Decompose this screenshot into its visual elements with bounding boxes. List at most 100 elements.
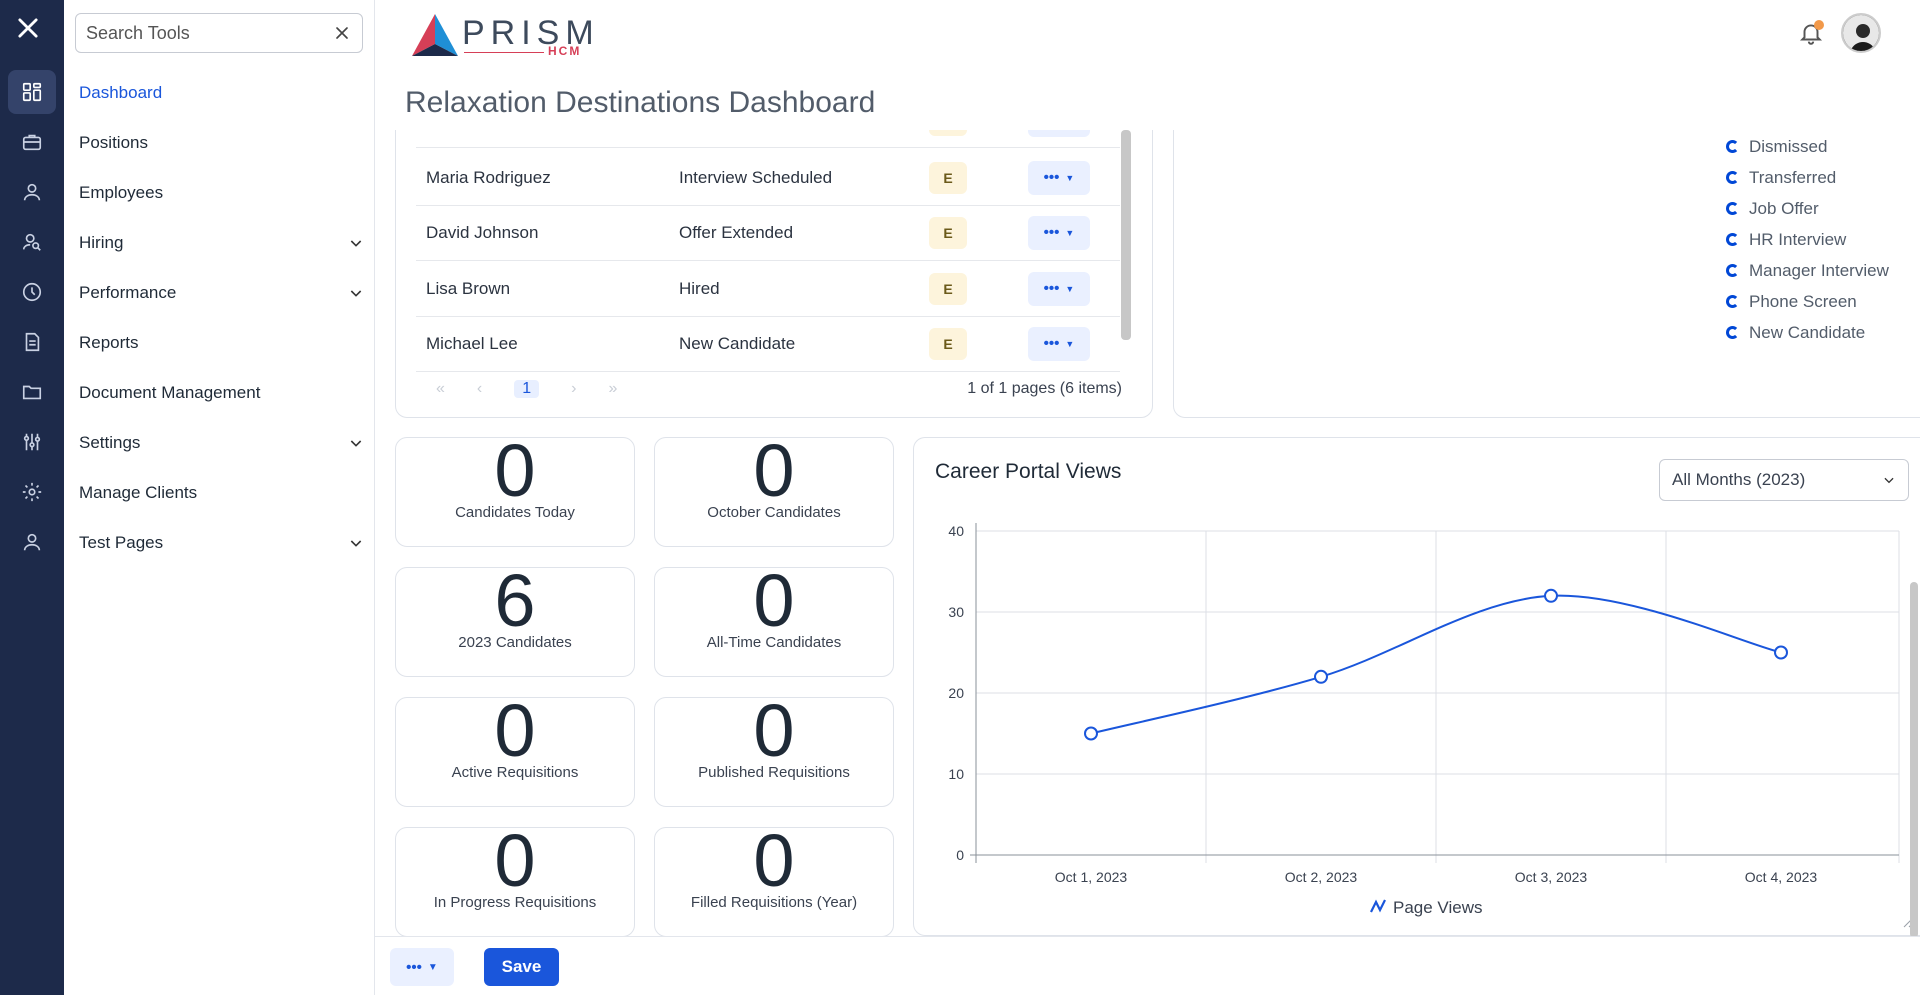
table-row[interactable]: John SmithIn ReviewE•••▼ [416,130,1120,148]
legend-marker-icon [1726,295,1739,308]
performance-icon[interactable] [8,270,56,314]
pager-current[interactable]: 1 [514,380,540,398]
chevron-down-icon[interactable] [348,235,364,251]
pie-label-manager: Manager Interview [1499,381,1621,397]
legend-label: Dismissed [1749,136,1828,156]
series-legend-label: Page Views [1393,898,1482,917]
chevron-down-icon[interactable] [348,435,364,451]
pie-slice-new-candidate[interactable] [1298,130,1427,215]
sidebar-item-7[interactable]: Settings [79,423,364,463]
stat-card: 0 Candidates Today [395,434,635,547]
row-actions-button[interactable]: •••▼ [1028,215,1090,250]
candidate-status: Offer Extended [679,222,794,242]
sidebar-item-0[interactable]: Dashboard [79,73,364,113]
sidebar-item-9[interactable]: Test Pages [79,523,364,563]
legend-item[interactable]: New Candidate [1726,317,1889,348]
user-search-icon[interactable] [8,220,56,264]
clear-search-icon[interactable] [332,23,352,43]
close-icon[interactable] [14,14,42,42]
stat-label: Candidates Today [455,504,575,521]
search-input[interactable] [86,22,316,44]
table-row[interactable]: Michael Lee New Candidate E ••• ▼ [416,316,1120,372]
table-row[interactable]: David Johnson Offer Extended E ••• ▼ [416,205,1120,261]
candidate-badge: E [929,327,967,360]
page-scrollbar[interactable] [1910,582,1918,938]
pager-first[interactable]: « [436,380,445,398]
legend-label: Transferred [1749,167,1837,187]
candidate-status: New Candidate [679,333,796,353]
folder-icon[interactable] [8,370,56,414]
data-point[interactable] [1774,645,1788,660]
legend-item[interactable]: Transferred [1726,162,1889,193]
x-tick-label: Oct 4, 2023 [1745,869,1818,885]
table-scrollbar[interactable] [1121,130,1131,340]
report-icon[interactable] [8,320,56,364]
save-button[interactable]: Save [484,948,559,986]
notifications-bell[interactable] [1798,20,1824,46]
data-point[interactable] [1314,669,1328,684]
avatar[interactable] [1841,13,1881,53]
sidebar-item-6[interactable]: Document Management [79,373,364,413]
stat-card: 0 All-Time Candidates [654,564,894,677]
y-tick-label: 20 [948,685,964,701]
sidebar-item-3[interactable]: Hiring [79,223,364,263]
sidebar-item-label: Reports [79,333,139,352]
table-row[interactable]: Maria Rodriguez Interview Scheduled E ••• ▼ [416,150,1120,206]
table-pager: « ‹ 1 › » [436,380,617,398]
chevron-down-icon[interactable] [348,535,364,551]
data-point[interactable] [1544,588,1558,603]
sidebar-item-2[interactable]: Employees [79,173,364,213]
sidebar-item-4[interactable]: Performance [79,273,364,313]
prism-logo: PRISM HCM [412,14,594,58]
gear-icon[interactable] [8,470,56,514]
legend-item[interactable]: Manager Interview [1726,255,1889,286]
legend-marker-icon [1726,326,1739,339]
top-bar [375,0,1920,70]
pie-slice-dismissed[interactable] [1384,130,1448,145]
sliders-icon[interactable] [8,420,56,464]
legend-label: Manager Interview [1749,260,1889,280]
row-actions-button[interactable]: •••▼ [1028,326,1090,361]
legend-item[interactable]: Job Offer [1726,193,1889,224]
search-tools[interactable] [75,13,363,53]
pie-slice-transferred[interactable] [1431,130,1596,170]
dashboard-icon[interactable] [8,70,56,114]
legend-item[interactable]: Phone Screen [1726,286,1889,317]
pager-last[interactable]: » [608,380,617,398]
sidebar-item-label: Settings [79,433,141,452]
client-icon[interactable] [8,520,56,564]
pie-slice-job-offer[interactable] [1298,207,1397,250]
pie-slice-phone-screen[interactable] [1467,130,1601,365]
sidebar-item-8[interactable]: Manage Clients [79,473,364,513]
briefcase-icon[interactable] [8,120,56,164]
pie-slice-hr-interview[interactable] [1312,225,1463,366]
more-actions-label: ••• [406,958,422,976]
y-tick-label: 30 [948,604,964,620]
series-legend-icon [1370,899,1386,913]
more-actions-button[interactable]: ••• ▼ [390,948,454,986]
table-row[interactable]: Lisa Brown Hired E ••• ▼ [416,261,1120,317]
sidebar-item-5[interactable]: Reports [79,323,364,363]
legend-item[interactable]: Dismissed [1726,131,1889,162]
pie-legend: Dismissed Transferred Job Offer HR Intervie… [1726,131,1889,348]
row-actions-label: ••• [1043,224,1060,241]
stat-label: October Candidates [707,504,841,521]
data-point[interactable] [1084,726,1098,741]
chevron-down-icon[interactable] [348,285,364,301]
stat-card: 6 2023 Candidates [395,564,635,677]
user-icon[interactable] [8,170,56,214]
pie-slice-manager-interview[interactable] [1463,275,1475,366]
row-actions-button[interactable]: •••▼ [1028,130,1090,137]
legend-item[interactable]: HR Interview [1726,224,1889,255]
pager-prev[interactable]: ‹ [477,380,482,398]
pager-next[interactable]: › [571,380,576,398]
sidebar-item-label: Document Management [79,383,261,402]
sidebar-item-label: Hiring [79,233,124,252]
stat-label: In Progress Requisitions [433,894,597,911]
side-navigation: Dashboard Positions Employees Hiring Perform… [64,0,375,995]
row-actions-button[interactable]: •••▼ [1028,271,1090,306]
stat-label: Active Requisitions [451,764,579,781]
row-actions-button[interactable]: •••▼ [1028,160,1090,195]
caret-down-icon: ▼ [1065,172,1075,183]
sidebar-item-1[interactable]: Positions [79,123,364,163]
